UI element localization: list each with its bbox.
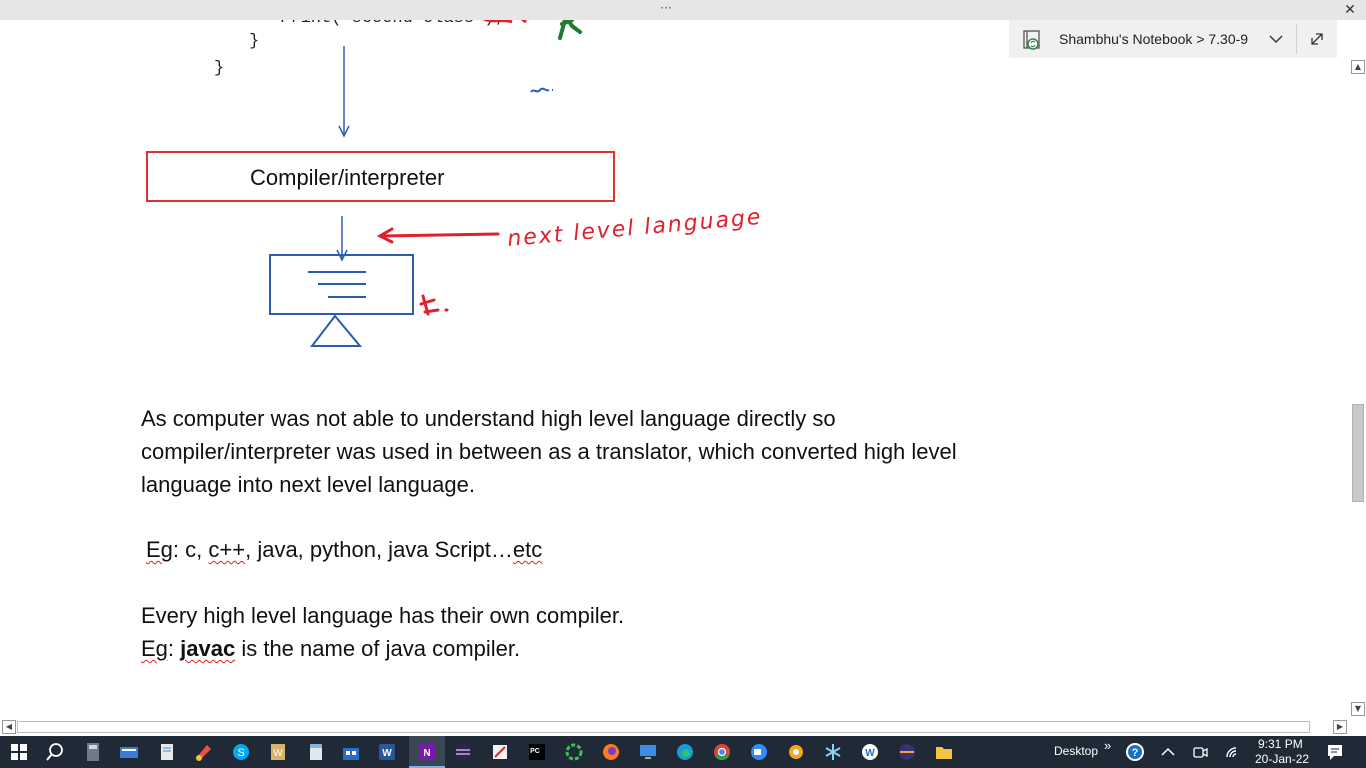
- svg-text:?: ?: [1132, 747, 1139, 759]
- refresh-icon[interactable]: [563, 741, 585, 763]
- handwritten-annotation: next level language: [506, 205, 763, 252]
- svg-text:N: N: [423, 748, 430, 759]
- chevron-up-icon[interactable]: [1157, 741, 1179, 763]
- scroll-right-button[interactable]: ▶: [1333, 720, 1347, 734]
- examples-text-a: c,: [179, 537, 209, 562]
- window-title-bar: ··· ✕: [0, 0, 1366, 20]
- desktop-toolbar-label[interactable]: Desktop: [1054, 744, 1098, 758]
- examples-etc: etc: [512, 537, 543, 562]
- scroll-track[interactable]: [17, 721, 1310, 733]
- horizontal-scrollbar[interactable]: ◀ ▶: [0, 718, 1366, 736]
- red-ink-mark: [419, 294, 449, 316]
- svg-text:W: W: [273, 748, 283, 759]
- examples-line: Eg: c, c++, java, python, java Script…et…: [146, 533, 542, 566]
- paragraph-line-1: As computer was not able to understand h…: [141, 406, 836, 431]
- compiler-box: Compiler/interpreter: [146, 151, 615, 202]
- eg-label-2: Eg: [141, 636, 168, 661]
- svg-text:PC: PC: [530, 748, 540, 755]
- scroll-left-button[interactable]: ◀: [2, 720, 16, 734]
- meet-now-icon[interactable]: [1189, 741, 1211, 763]
- windows-start-icon[interactable]: [8, 741, 30, 763]
- paragraph-line-5: Eg: javac is the name of java compiler.: [141, 632, 520, 665]
- calculator-icon[interactable]: [82, 741, 104, 763]
- snowflake-icon[interactable]: [822, 741, 844, 763]
- paragraph-rest: is the name of java compiler.: [235, 636, 521, 661]
- help-icon[interactable]: ?: [1124, 741, 1146, 763]
- note-canvas[interactable]: ·Print("second class"); next level langu…: [0, 20, 1350, 718]
- svg-text:W: W: [382, 748, 392, 759]
- computer-stand-icon: [309, 314, 363, 347]
- examples-cpp: c++: [208, 537, 246, 562]
- settings-icon[interactable]: [785, 741, 807, 763]
- clock-date[interactable]: 20-Jan-22: [1255, 752, 1309, 766]
- blue-ink-scribble: [530, 87, 553, 93]
- wifi-icon[interactable]: [1222, 741, 1244, 763]
- notebook-breadcrumb[interactable]: Shambhu's Notebook > 7.30-9: [1059, 20, 1248, 58]
- svg-text:W: W: [865, 748, 875, 759]
- paint-icon[interactable]: [193, 741, 215, 763]
- keyboard-icon[interactable]: [118, 741, 140, 763]
- pycharm-icon[interactable]: PC: [526, 741, 548, 763]
- vertical-scrollbar[interactable]: ▲ ▼: [1350, 58, 1366, 718]
- code-brace-1: }: [249, 32, 260, 51]
- notebook-sync-icon: [1023, 30, 1040, 50]
- clock-time[interactable]: 9:31 PM: [1258, 737, 1303, 751]
- code-brace-2: }: [214, 59, 225, 78]
- paragraph-line-3: language into next level language.: [141, 472, 475, 497]
- more-options-button[interactable]: ···: [656, 0, 676, 16]
- wordpad-icon[interactable]: W: [267, 741, 289, 763]
- eclipse-icon[interactable]: [452, 741, 474, 763]
- firefox-icon[interactable]: [600, 741, 622, 763]
- annotation-arrow: [380, 232, 500, 238]
- expand-icon[interactable]: [1307, 29, 1327, 49]
- skype-icon[interactable]: S: [230, 741, 252, 763]
- notepad-icon[interactable]: [156, 741, 178, 763]
- chrome-icon[interactable]: [711, 741, 733, 763]
- javac-bold: javac: [180, 636, 236, 661]
- notification-icon[interactable]: [1324, 741, 1346, 763]
- paragraph-line-4: Every high level language has their own …: [141, 603, 625, 628]
- scroll-down-button[interactable]: ▼: [1351, 702, 1365, 716]
- green-ink-stroke: [558, 20, 582, 40]
- zoom-icon[interactable]: [748, 741, 770, 763]
- snip-icon[interactable]: [489, 741, 511, 763]
- ide-icon[interactable]: [896, 741, 918, 763]
- notes-icon[interactable]: [305, 741, 327, 763]
- webex-icon[interactable]: W: [859, 741, 881, 763]
- store-icon[interactable]: [340, 741, 362, 763]
- cut-code-text: ·Print("second class");: [270, 20, 505, 28]
- compiler-box-label: Compiler/interpreter: [250, 165, 445, 190]
- examples-text-b: , java, python, java Script…: [245, 537, 513, 562]
- taskbar: S W W N PC W Desktop » ? 9:31 PM 20-Jan-…: [0, 736, 1366, 768]
- edge-icon[interactable]: [674, 741, 696, 763]
- file-explorer-icon[interactable]: [933, 741, 955, 763]
- onenote-icon[interactable]: N: [416, 741, 438, 763]
- word-icon[interactable]: W: [376, 741, 398, 763]
- eg-colon-2: :: [167, 636, 181, 661]
- eg-label: Eg: [146, 537, 173, 562]
- notebook-switcher[interactable]: Shambhu's Notebook > 7.30-9: [1009, 20, 1337, 58]
- divider: [1296, 24, 1297, 54]
- scroll-thumb[interactable]: [1352, 404, 1364, 502]
- red-ink-stroke: [482, 20, 527, 24]
- search-icon[interactable]: [44, 741, 66, 763]
- remote-desktop-icon[interactable]: [637, 741, 659, 763]
- close-button[interactable]: ✕: [1340, 0, 1360, 20]
- chevron-down-icon[interactable]: [1267, 30, 1285, 48]
- paragraph-line-2: compiler/interpreter was used in between…: [141, 439, 957, 464]
- scroll-up-button[interactable]: ▲: [1351, 60, 1365, 74]
- toolbar-chevron[interactable]: »: [1104, 738, 1111, 753]
- svg-text:S: S: [237, 747, 244, 759]
